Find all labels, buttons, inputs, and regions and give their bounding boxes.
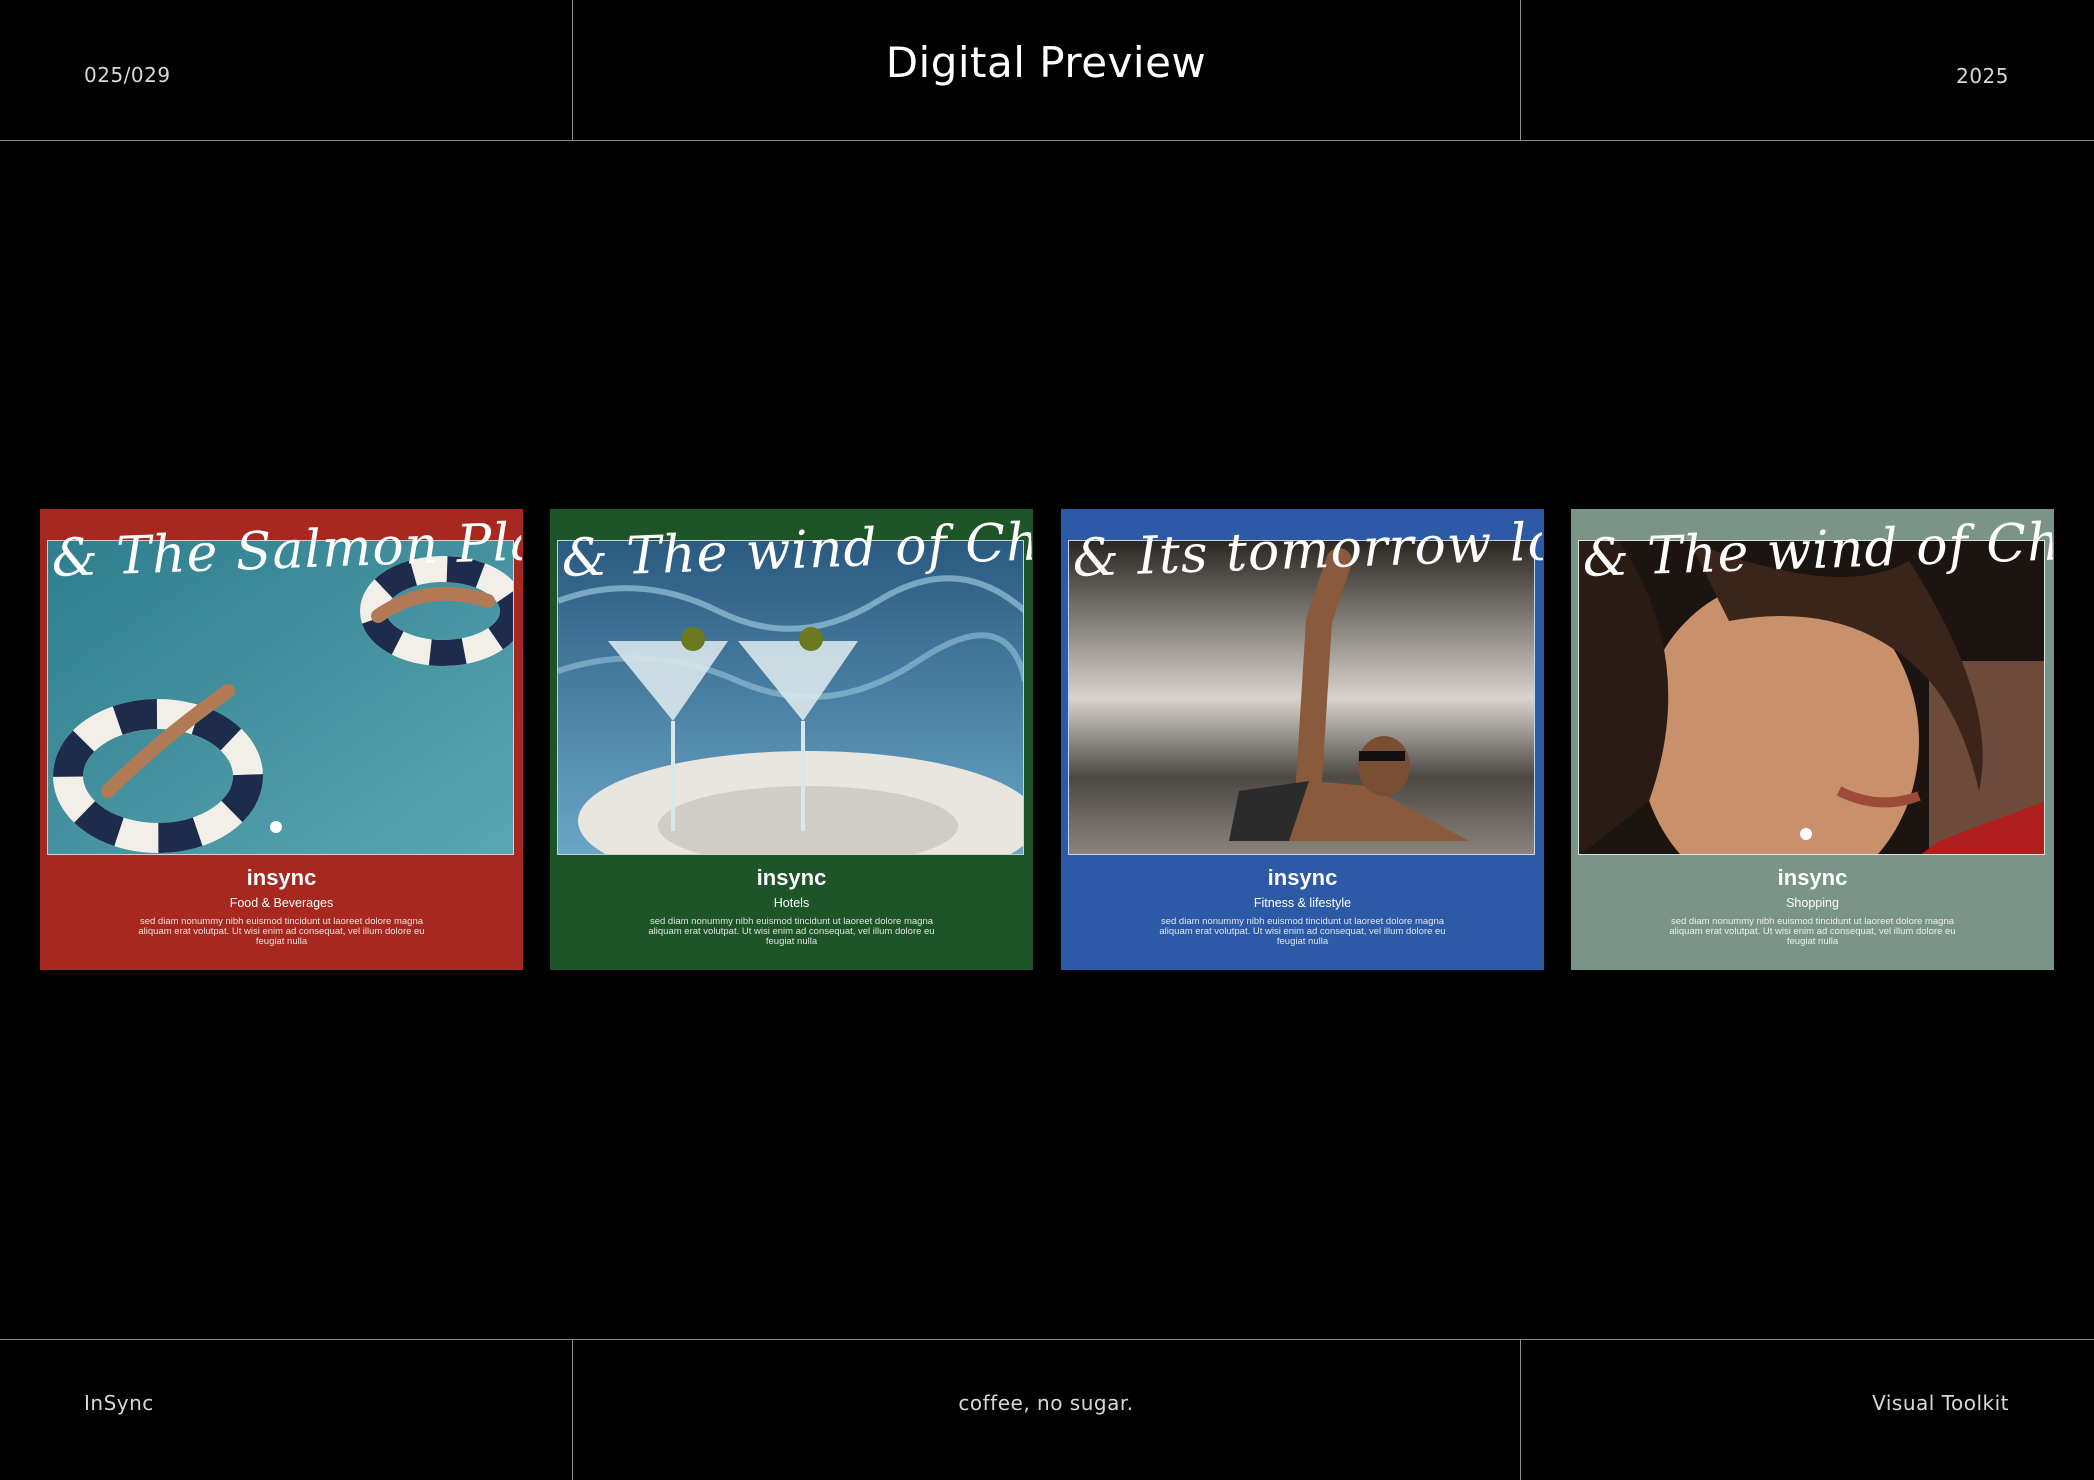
- carousel-dot[interactable]: [1800, 828, 1812, 840]
- footer-brand: InSync: [84, 1391, 154, 1415]
- card-headline: & The wind of Change: [1581, 512, 2055, 589]
- card-category: Shopping: [1786, 896, 1839, 910]
- card-headline: & The Salmon Playlist: [50, 512, 524, 589]
- header-divider: [0, 140, 2094, 141]
- preview-card-food: & The Salmon Playlist insync Food & Beve…: [40, 509, 523, 970]
- preview-card-hotels: & The wind of Change insync Hotels sed d…: [550, 509, 1033, 970]
- card-blurb: sed diam nonummy nibh euismod tincidunt …: [1159, 916, 1446, 947]
- footer-divider: [0, 1339, 2094, 1340]
- card-brand: insync: [246, 865, 317, 890]
- footer-right-divider: [1520, 1339, 1521, 1480]
- footer-section: Visual Toolkit: [1872, 1391, 2009, 1415]
- card-blurb: sed diam nonummy nibh euismod tincidunt …: [1669, 916, 1956, 947]
- card-brand: insync: [756, 865, 827, 890]
- header-right-divider: [1520, 0, 1521, 140]
- card-category: Food & Beverages: [229, 896, 334, 910]
- preview-card-fitness: & Its tomorrow love insync Fitness & lif…: [1061, 509, 1544, 970]
- card-headline: & The wind of Change: [560, 512, 1034, 589]
- card-category: Fitness & lifestyle: [1253, 896, 1352, 910]
- card-headline: & Its tomorrow love: [1071, 512, 1545, 589]
- preview-card-shopping: & The wind of Change insync Shopping sed…: [1571, 509, 2054, 970]
- year-label: 2025: [1956, 64, 2009, 88]
- card-brand: insync: [1777, 865, 1848, 890]
- carousel-dot[interactable]: [270, 821, 282, 833]
- page-counter: 025/029: [84, 63, 171, 87]
- footer-tagline: coffee, no sugar.: [958, 1391, 1134, 1415]
- page-title: Digital Preview: [885, 38, 1207, 87]
- card-category: Hotels: [773, 896, 810, 910]
- card-blurb: sed diam nonummy nibh euismod tincidunt …: [648, 916, 935, 947]
- card-blurb: sed diam nonummy nibh euismod tincidunt …: [138, 916, 425, 947]
- card-brand: insync: [1267, 865, 1338, 890]
